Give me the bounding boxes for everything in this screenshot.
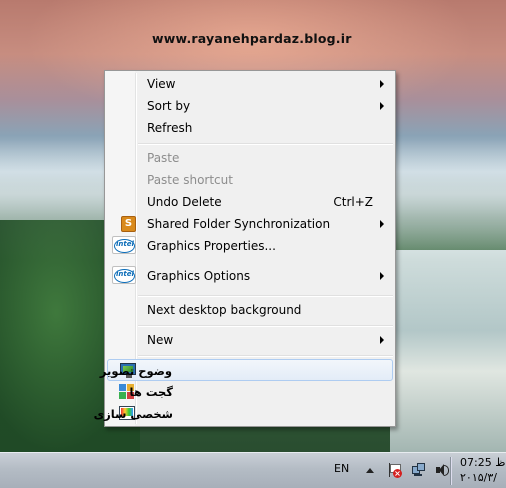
- submenu-arrow-icon: [380, 102, 384, 110]
- tray-divider: [450, 457, 452, 485]
- menu-item-undo-delete[interactable]: Undo Delete Ctrl+Z: [107, 191, 393, 213]
- menu-item-shortcut: Ctrl+Z: [333, 195, 373, 209]
- show-hidden-icons-icon[interactable]: [366, 468, 374, 473]
- menu-item-label: Graphics Options: [147, 269, 251, 283]
- submenu-arrow-icon: [380, 336, 384, 344]
- menu-separator: [138, 143, 393, 145]
- menu-item-label: Graphics Properties...: [147, 239, 276, 253]
- menu-item-next-desktop-background[interactable]: Next desktop background: [107, 299, 393, 321]
- menu-item-personalize[interactable]: شخصی سازی: [94, 403, 393, 425]
- menu-item-label: Paste shortcut: [147, 173, 233, 187]
- menu-item-label: شخصی سازی: [93, 407, 173, 421]
- menu-item-label: Shared Folder Synchronization: [147, 217, 331, 231]
- menu-item-label: گجت ها: [129, 385, 173, 399]
- network-icon[interactable]: [411, 463, 425, 477]
- menu-item-new[interactable]: New: [107, 329, 393, 351]
- menu-item-label: Undo Delete: [147, 195, 222, 209]
- desktop-context-menu: View Sort by Refresh Paste Paste shortcu…: [94, 70, 396, 427]
- menu-item-sort-by[interactable]: Sort by: [107, 95, 393, 117]
- intel-icon: intel: [112, 266, 136, 284]
- menu-item-gadgets[interactable]: گجت ها: [107, 381, 393, 403]
- submenu-arrow-icon: [380, 272, 384, 280]
- menu-item-label: Next desktop background: [147, 303, 302, 317]
- menu-item-screen-resolution[interactable]: وضوح تصویر: [100, 359, 393, 381]
- menu-item-paste-shortcut: Paste shortcut: [107, 169, 393, 191]
- menu-item-paste: Paste: [107, 147, 393, 169]
- menu-item-label: View: [147, 77, 176, 91]
- submenu-arrow-icon: [380, 80, 384, 88]
- menu-item-graphics-properties[interactable]: intel Graphics Properties...: [107, 235, 393, 259]
- menu-item-graphics-options[interactable]: intel Graphics Options: [107, 265, 393, 289]
- menu-item-refresh[interactable]: Refresh: [107, 117, 393, 139]
- language-indicator[interactable]: EN: [334, 462, 349, 475]
- clock-time[interactable]: 07:25 ظ: [460, 456, 506, 469]
- taskbar: EN × 07:25 ظ ۲۰۱۵/۳/: [0, 452, 506, 488]
- menu-item-label: Sort by: [147, 99, 191, 113]
- menu-item-label: وضوح تصویر: [99, 364, 172, 378]
- volume-icon[interactable]: [435, 463, 449, 477]
- intel-icon: intel: [112, 236, 136, 254]
- menu-separator: [138, 355, 393, 357]
- menu-item-label: Paste: [147, 151, 180, 165]
- menu-item-label: New: [147, 333, 174, 347]
- menu-item-view[interactable]: View: [107, 73, 393, 95]
- submenu-arrow-icon: [380, 220, 384, 228]
- action-center-flag-icon[interactable]: ×: [388, 463, 402, 478]
- watermark-text: www.rayanehpardaz.blog.ir: [152, 31, 352, 46]
- waterfall-area: [390, 250, 506, 452]
- menu-separator: [138, 325, 393, 327]
- menu-item-shared-folder-sync[interactable]: S Shared Folder Synchronization: [107, 213, 393, 235]
- sync-folder-icon: S: [121, 216, 136, 232]
- menu-separator: [138, 295, 393, 297]
- clock-date[interactable]: ۲۰۱۵/۳/: [460, 471, 506, 484]
- menu-item-label: Refresh: [147, 121, 193, 135]
